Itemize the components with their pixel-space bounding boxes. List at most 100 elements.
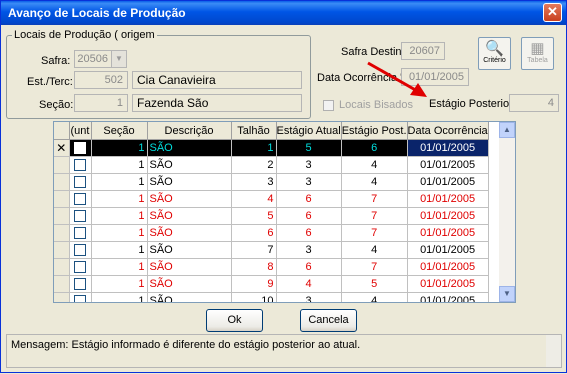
estagio-posterior-field[interactable]: 4 — [509, 94, 559, 112]
data-cell: 01/01/2005 — [407, 156, 489, 174]
row-checkbox[interactable] — [69, 156, 92, 174]
table-row[interactable]: 1 SÃO 10 3 4 01/01/2005 — [54, 292, 489, 302]
grid-column-header[interactable]: (unt — [69, 122, 92, 140]
row-indicator — [54, 292, 70, 302]
tabela-button[interactable]: ▦ Tabela — [521, 37, 554, 70]
talhao-cell: 2 — [231, 156, 277, 174]
table-row[interactable]: 1 SÃO 7 3 4 01/01/2005 — [54, 241, 489, 259]
row-checkbox[interactable] — [69, 139, 92, 157]
row-select-checkbox[interactable] — [74, 295, 86, 302]
row-indicator — [54, 156, 70, 174]
estagio-post-cell: 7 — [341, 258, 408, 276]
secao-name-field[interactable]: Fazenda São — [132, 94, 302, 112]
row-select-checkbox[interactable] — [74, 244, 86, 257]
row-checkbox[interactable] — [69, 190, 92, 208]
table-row[interactable]: 1 SÃO 2 3 4 01/01/2005 — [54, 156, 489, 174]
descricao-cell: SÃO — [147, 139, 232, 157]
table-row[interactable]: 1 SÃO 4 6 7 01/01/2005 — [54, 190, 489, 208]
row-select-checkbox[interactable] — [74, 176, 86, 189]
table-row[interactable]: 1 SÃO 6 6 7 01/01/2005 — [54, 224, 489, 242]
message-scrollbar[interactable] — [546, 335, 561, 367]
title-bar[interactable]: Avanço de Locais de Produção ✕ — [1, 1, 566, 25]
grid-column-header[interactable]: Estágio Post. — [341, 122, 408, 140]
talhao-cell: 6 — [231, 224, 277, 242]
row-checkbox[interactable] — [69, 241, 92, 259]
safra-select[interactable]: 20506 ▼ — [74, 50, 127, 68]
table-row[interactable]: 1 SÃO 9 4 5 01/01/2005 — [54, 275, 489, 293]
row-select-checkbox[interactable] — [74, 261, 86, 274]
row-checkbox[interactable] — [69, 275, 92, 293]
data-cell: 01/01/2005 — [407, 207, 489, 225]
row-select-checkbox[interactable] — [74, 278, 86, 291]
estagio-post-cell: 5 — [341, 275, 408, 293]
secao-cell: 1 — [91, 292, 148, 302]
grid-column-header[interactable]: Estágio Atual — [276, 122, 342, 140]
ok-button[interactable]: Ok — [206, 309, 263, 332]
estagio-posterior-label: Estágio Posterior: — [429, 98, 516, 110]
grid-column-header[interactable]: Seção — [91, 122, 148, 140]
estagio-post-cell: 4 — [341, 156, 408, 174]
talhao-cell: 8 — [231, 258, 277, 276]
close-button[interactable]: ✕ — [543, 3, 562, 22]
est-label: Est./Terc: — [27, 76, 73, 88]
estagio-post-cell: 4 — [341, 173, 408, 191]
window-title: Avanço de Locais de Produção — [8, 6, 186, 20]
talhao-cell: 4 — [231, 190, 277, 208]
talhao-cell: 5 — [231, 207, 277, 225]
estagio-atual-cell: 3 — [276, 173, 342, 191]
grid-column-header[interactable]: Talhão — [231, 122, 277, 140]
talhao-cell: 3 — [231, 173, 277, 191]
descricao-cell: SÃO — [147, 258, 232, 276]
safra-destino-field[interactable]: 20607 — [401, 42, 445, 60]
secao-cell: 1 — [91, 156, 148, 174]
estagio-post-cell: 7 — [341, 207, 408, 225]
table-row[interactable]: 1 SÃO 8 6 7 01/01/2005 — [54, 258, 489, 276]
row-select-checkbox[interactable] — [74, 193, 86, 206]
table-row[interactable]: 1 SÃO 3 3 4 01/01/2005 — [54, 173, 489, 191]
row-checkbox[interactable] — [69, 224, 92, 242]
grid-column-header[interactable]: Descrição — [147, 122, 232, 140]
secao-cell: 1 — [91, 258, 148, 276]
est-name-field[interactable]: Cia Canavieira — [132, 71, 302, 89]
cancela-button[interactable]: Cancela — [300, 309, 357, 332]
criterio-label: Critério — [483, 57, 506, 64]
row-checkbox[interactable] — [69, 207, 92, 225]
scroll-down-icon[interactable]: ▼ — [499, 286, 515, 302]
safra-label: Safra: — [41, 55, 71, 67]
talhao-cell: 10 — [231, 292, 277, 302]
message-text: Mensagem: Estágio informado é diferente … — [11, 339, 361, 351]
grid-column-header[interactable] — [54, 122, 70, 140]
grid-column-header[interactable]: Data Ocorrência — [407, 122, 489, 140]
row-checkbox[interactable] — [69, 292, 92, 302]
row-indicator — [54, 190, 70, 208]
data-ocorrencia-field[interactable]: 01/01/2005 — [401, 68, 469, 86]
estagio-atual-cell: 3 — [276, 241, 342, 259]
row-indicator: ✕ — [54, 139, 70, 157]
row-select-checkbox[interactable] — [74, 210, 86, 223]
data-cell: 01/01/2005 — [407, 190, 489, 208]
row-checkbox[interactable] — [69, 173, 92, 191]
row-select-checkbox[interactable] — [74, 142, 86, 155]
grid-vertical-scrollbar[interactable]: ▲ ▼ — [499, 122, 515, 302]
table-row[interactable]: ✕ 1 SÃO 1 5 6 01/01/2005 — [54, 139, 489, 157]
descricao-cell: SÃO — [147, 156, 232, 174]
scroll-up-icon[interactable]: ▲ — [499, 122, 515, 138]
row-indicator — [54, 224, 70, 242]
row-select-checkbox[interactable] — [74, 159, 86, 172]
locais-bisados-checkbox[interactable] — [323, 100, 334, 111]
talhao-cell: 1 — [231, 139, 277, 157]
criterio-button[interactable]: 🔍 Critério — [478, 37, 511, 70]
row-checkbox[interactable] — [69, 258, 92, 276]
secao-code-field[interactable]: 1 — [74, 94, 128, 112]
message-bar: Mensagem: Estágio informado é diferente … — [6, 334, 562, 368]
data-cell: 01/01/2005 — [407, 258, 489, 276]
secao-cell: 1 — [91, 207, 148, 225]
row-select-checkbox[interactable] — [74, 227, 86, 240]
estagio-post-cell: 4 — [341, 241, 408, 259]
estagio-atual-cell: 6 — [276, 224, 342, 242]
descricao-cell: SÃO — [147, 173, 232, 191]
est-code-field[interactable]: 502 — [74, 71, 128, 89]
table-row[interactable]: 1 SÃO 5 6 7 01/01/2005 — [54, 207, 489, 225]
descricao-cell: SÃO — [147, 207, 232, 225]
locais-grid[interactable]: (unt Seção Descrição Talhão Estágio Atual Est… — [53, 121, 516, 303]
